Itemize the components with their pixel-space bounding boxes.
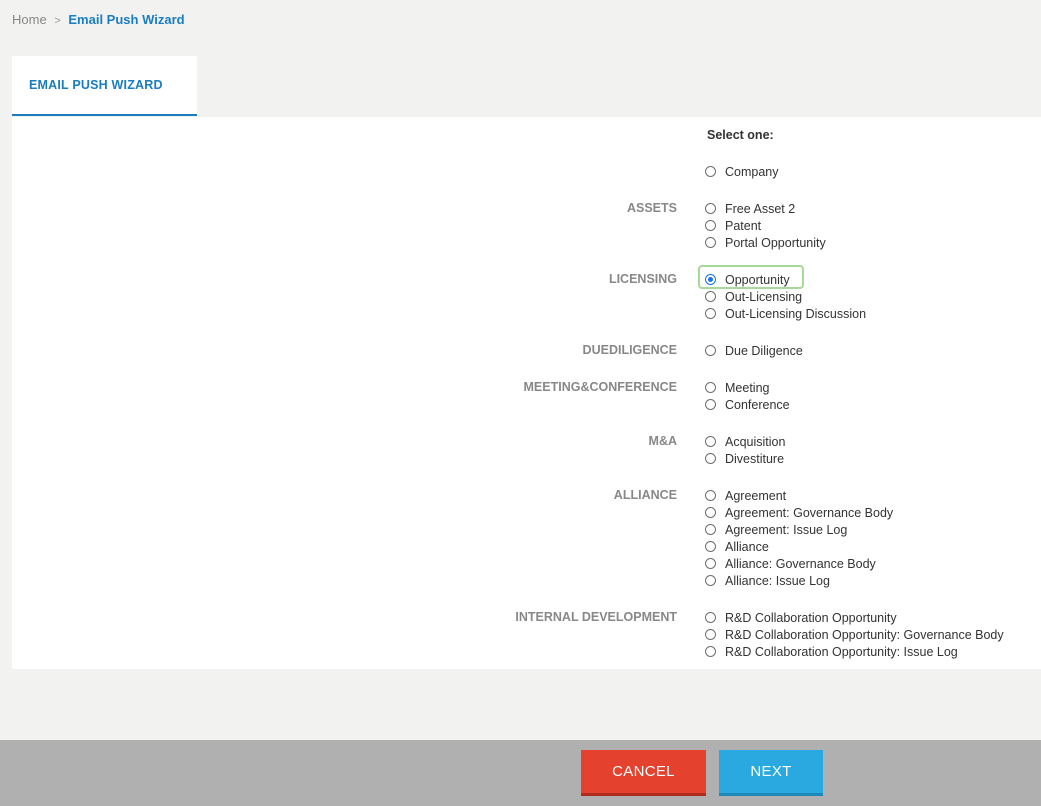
group-label: ALLIANCE	[613, 488, 677, 502]
radio-option-label: Conference	[725, 397, 790, 412]
radio-option-label: R&D Collaboration Opportunity	[725, 610, 897, 625]
radio-option-label: Agreement: Issue Log	[725, 522, 848, 537]
radio-option-label: R&D Collaboration Opportunity: Issue Log	[725, 644, 958, 659]
group-label: MEETING&CONFERENCE	[523, 380, 677, 394]
group-label: DUEDILIGENCE	[582, 343, 677, 357]
radio-option[interactable]: R&D Collaboration Opportunity: Issue Log	[705, 643, 1004, 660]
radio-option-label: Alliance: Issue Log	[725, 573, 830, 588]
breadcrumb-home-link[interactable]: Home	[12, 12, 47, 27]
group-label: M&A	[648, 434, 677, 448]
radio-option[interactable]: Free Asset 2	[705, 200, 826, 217]
radio-button[interactable]	[705, 507, 716, 518]
radio-button[interactable]	[705, 575, 716, 586]
option-list: Due Diligence	[705, 342, 803, 359]
radio-button[interactable]	[705, 274, 716, 285]
footer-bar: CANCEL NEXT	[0, 740, 1041, 806]
radio-button[interactable]	[705, 612, 716, 623]
radio-button[interactable]	[705, 490, 716, 501]
radio-option-label: Free Asset 2	[725, 201, 796, 216]
option-list: Opportunity Out-Licensing Out-Licensing Di…	[697, 265, 866, 322]
radio-option-label: R&D Collaboration Opportunity: Governanc…	[725, 627, 1004, 642]
radio-option[interactable]: Agreement	[705, 487, 893, 504]
radio-button[interactable]	[705, 453, 716, 464]
option-list: Acquisition Divestiture	[705, 433, 785, 467]
radio-option[interactable]: Portal Opportunity	[705, 234, 826, 251]
radio-option-label: Out-Licensing Discussion	[725, 306, 867, 321]
group-label: INTERNAL DEVELOPMENT	[515, 610, 677, 624]
option-list: R&D Collaboration Opportunity R&D Collabo…	[705, 609, 1004, 660]
radio-option-label: Patent	[725, 218, 762, 233]
radio-option-label: Divestiture	[725, 451, 785, 466]
radio-button[interactable]	[705, 166, 716, 177]
option-list: Meeting Conference	[705, 379, 790, 413]
select-title: Select one:	[707, 128, 774, 142]
radio-option[interactable]: Alliance	[705, 538, 893, 555]
breadcrumb-current: Email Push Wizard	[68, 12, 185, 27]
breadcrumb-separator: >	[54, 15, 61, 27]
radio-option-label: Acquisition	[725, 434, 786, 449]
radio-option[interactable]: Agreement: Issue Log	[705, 521, 893, 538]
radio-option-label: Agreement	[725, 488, 787, 503]
tab-email-push-wizard[interactable]: EMAIL PUSH WIZARD	[12, 56, 197, 116]
radio-option[interactable]: Agreement: Governance Body	[705, 504, 893, 521]
radio-button[interactable]	[705, 220, 716, 231]
radio-option[interactable]: Meeting	[705, 379, 790, 396]
radio-option-label: Opportunity	[725, 272, 790, 287]
radio-button[interactable]	[705, 558, 716, 569]
group-label: ASSETS	[626, 201, 677, 215]
radio-button[interactable]	[705, 237, 716, 248]
radio-option-label: Alliance: Governance Body	[725, 556, 876, 571]
radio-option[interactable]: Alliance: Issue Log	[705, 572, 893, 589]
radio-button[interactable]	[705, 291, 716, 302]
radio-option[interactable]: Out-Licensing Discussion	[705, 305, 866, 322]
option-list: Agreement Agreement: Governance Body Agree…	[705, 487, 893, 589]
radio-button[interactable]	[705, 345, 716, 356]
radio-button[interactable]	[705, 203, 716, 214]
radio-option-label: Out-Licensing	[725, 289, 803, 304]
radio-option[interactable]: R&D Collaboration Opportunity	[705, 609, 1004, 626]
radio-button[interactable]	[705, 541, 716, 552]
radio-button[interactable]	[705, 436, 716, 447]
radio-option-label: Due Diligence	[725, 343, 803, 358]
radio-option[interactable]: Patent	[705, 217, 826, 234]
radio-button[interactable]	[705, 382, 716, 393]
radio-option[interactable]: R&D Collaboration Opportunity: Governanc…	[705, 626, 1004, 643]
radio-option[interactable]: Divestiture	[705, 450, 785, 467]
radio-option[interactable]: Conference	[705, 396, 790, 413]
radio-option-label: Meeting	[725, 380, 770, 395]
breadcrumb: Home > Email Push Wizard	[12, 12, 185, 27]
radio-option[interactable]: Company	[705, 163, 779, 180]
cancel-button[interactable]: CANCEL	[581, 750, 706, 796]
radio-option-label: Company	[725, 164, 779, 179]
tab-label: EMAIL PUSH WIZARD	[29, 78, 163, 92]
radio-option[interactable]: Out-Licensing	[705, 288, 866, 305]
radio-option[interactable]: Alliance: Governance Body	[705, 555, 893, 572]
radio-button[interactable]	[705, 399, 716, 410]
radio-button[interactable]	[705, 524, 716, 535]
radio-option-label: Agreement: Governance Body	[725, 505, 894, 520]
radio-button[interactable]	[705, 646, 716, 657]
radio-button[interactable]	[705, 308, 716, 319]
radio-option-label: Portal Opportunity	[725, 235, 826, 250]
group-label: LICENSING	[608, 272, 677, 286]
option-list: Company	[705, 163, 779, 180]
next-button[interactable]: NEXT	[719, 750, 823, 796]
radio-option[interactable]: Opportunity	[697, 265, 866, 289]
option-list: Free Asset 2 Patent Portal Opportunity	[705, 200, 826, 251]
radio-option-label: Alliance	[725, 539, 769, 554]
wizard-panel: Select one: Company ASSETS Free Asset 2 Pat…	[12, 117, 1041, 669]
radio-option[interactable]: Acquisition	[705, 433, 785, 450]
radio-button[interactable]	[705, 629, 716, 640]
radio-option[interactable]: Due Diligence	[705, 342, 803, 359]
